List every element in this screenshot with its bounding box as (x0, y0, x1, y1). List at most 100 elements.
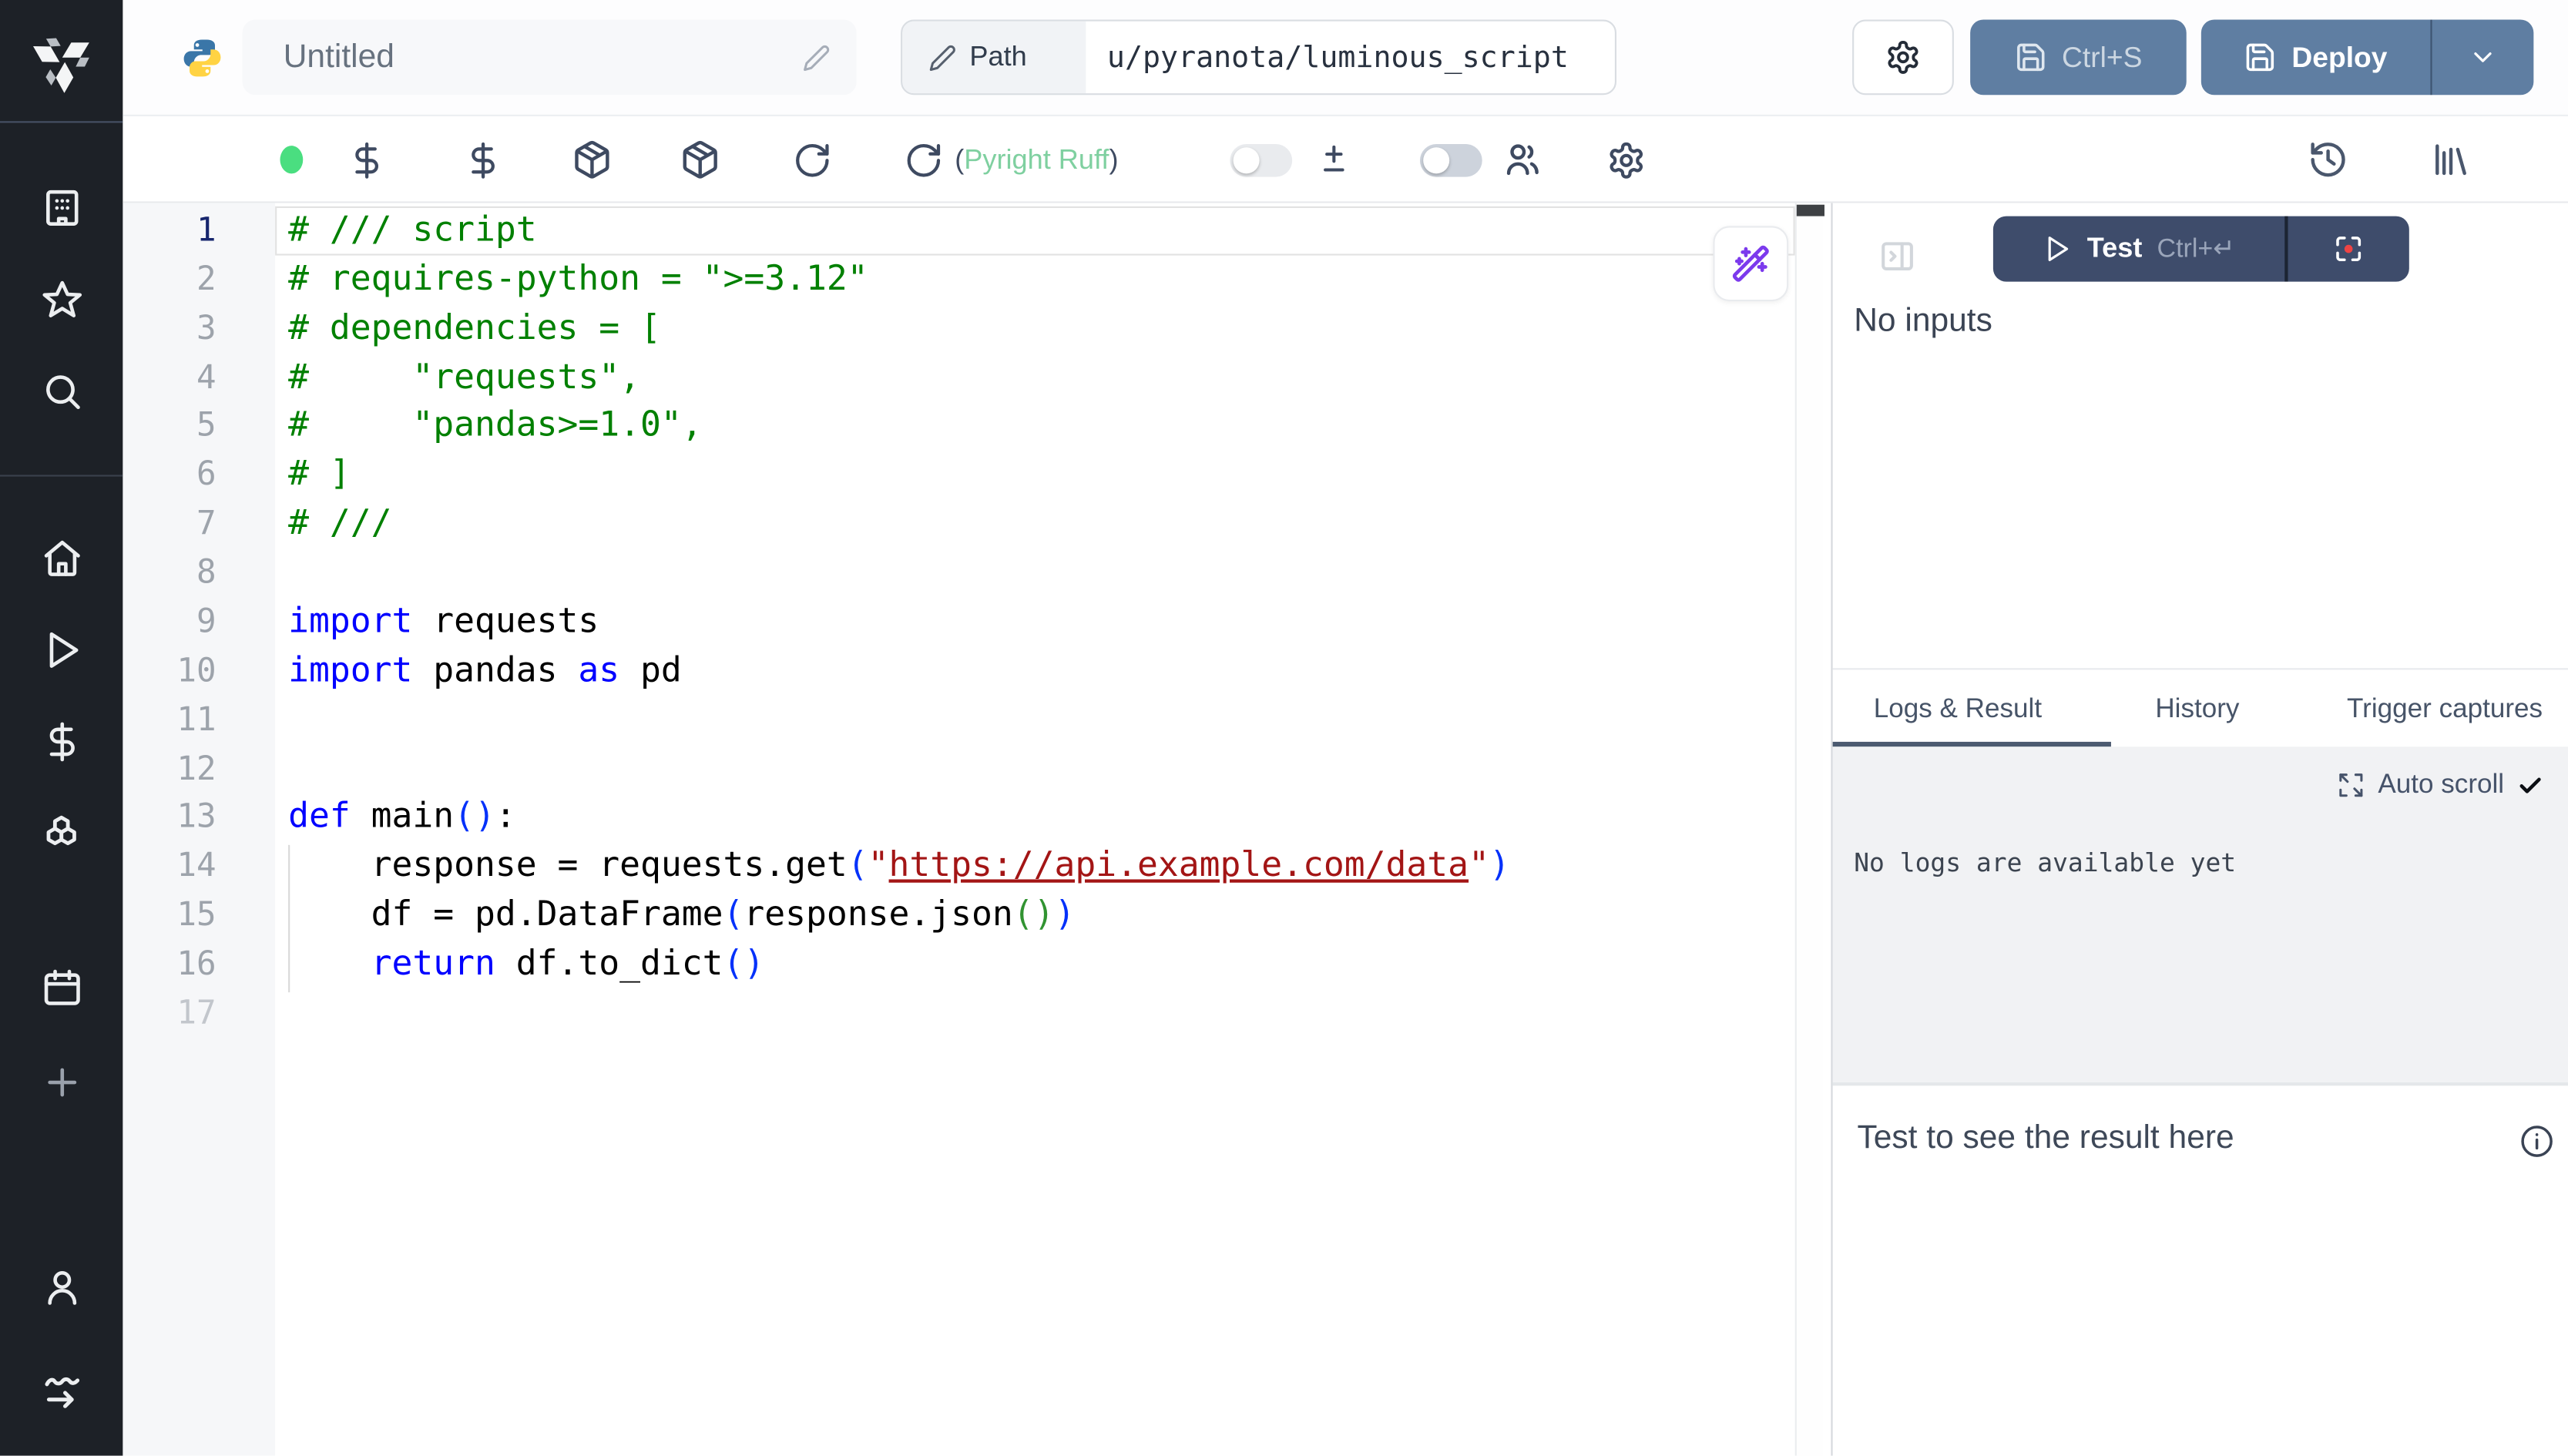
diff-icon (1315, 116, 1353, 203)
editor-settings-button[interactable] (1606, 116, 1646, 203)
result-placeholder-text: Test to see the result here (1857, 1120, 2234, 1158)
restart-lsp-button[interactable] (904, 116, 943, 203)
auto-scroll-control[interactable]: Auto scroll (2337, 770, 2543, 800)
deploy-button[interactable]: Deploy (2201, 20, 2431, 96)
rotate-cw-icon (793, 140, 832, 179)
star-icon (40, 278, 82, 320)
library-button[interactable] (2430, 116, 2471, 203)
code-line[interactable]: 7 # /// (123, 500, 1794, 549)
no-inputs-label: No inputs (1854, 303, 1992, 341)
line-number: 14 (123, 842, 216, 891)
run-panel: Test Ctrl+↵ No inputs Logs & Result Hist… (1831, 203, 2568, 1456)
code-text: return df.to_dict() (288, 940, 764, 989)
sidebar-item-account[interactable] (0, 1266, 123, 1308)
code-text: # /// script (288, 206, 536, 256)
code-text: # requires-python = ">=3.12" (288, 255, 868, 304)
reload-button[interactable] (793, 116, 832, 203)
edit-path-pencil-icon (928, 43, 956, 71)
code-line[interactable]: 1 # /// script (123, 206, 1794, 255)
code-line[interactable]: 4 # "requests", (123, 353, 1794, 401)
path-label: Path (969, 41, 1026, 74)
magic-wand-icon (1731, 244, 1771, 283)
path-label-segment: Path (902, 22, 1086, 94)
deploy-options-button[interactable] (2430, 20, 2533, 96)
sidebar-item-variables[interactable] (0, 720, 123, 763)
path-field[interactable]: Path u/pyranota/luminous_script (901, 20, 1616, 96)
focus-capture-icon (2331, 233, 2365, 266)
history-icon (2308, 139, 2348, 180)
line-number: 1 (123, 206, 216, 256)
variables-button[interactable] (464, 116, 503, 203)
save-draft-button[interactable]: Ctrl+S (1970, 20, 2187, 96)
sidebar-item-favorites[interactable] (0, 278, 123, 320)
sidebar-item-home[interactable] (0, 537, 123, 579)
code-line[interactable]: 8 (123, 549, 1794, 597)
line-number: 4 (123, 353, 216, 402)
no-logs-message: No logs are available yet (1854, 848, 2236, 877)
sidebar-item-schedules[interactable] (0, 966, 123, 1008)
editor-scrollbar[interactable] (1795, 203, 1823, 1456)
tab-logs-result[interactable]: Logs & Result (1874, 694, 2042, 742)
ai-assistant-button[interactable] (1713, 226, 1788, 301)
test-button[interactable]: Test Ctrl+↵ (1993, 216, 2284, 282)
collapse-panel-button[interactable] (1878, 237, 1916, 275)
code-line[interactable]: 17 (123, 989, 1794, 1038)
app-logo[interactable] (0, 25, 123, 97)
resources-button[interactable] (572, 116, 613, 203)
assets-button[interactable] (347, 116, 387, 203)
code-line[interactable]: 16 return df.to_dict() (123, 940, 1794, 988)
tab-history[interactable]: History (2155, 694, 2239, 742)
sidebar-item-switch-mode[interactable] (0, 1369, 123, 1415)
sidebar-divider-top (0, 121, 123, 122)
sidebar-item-resources[interactable] (0, 814, 123, 857)
code-line[interactable]: 6# ] (123, 451, 1794, 499)
search-icon (40, 370, 82, 412)
sidebar-item-workspace[interactable] (0, 186, 123, 229)
code-text: def main(): (288, 793, 516, 843)
line-number: 8 (123, 549, 216, 598)
users-icon (1502, 116, 1542, 203)
diff-mode-toggle[interactable] (1230, 116, 1292, 203)
code-line[interactable]: 12 (123, 744, 1794, 793)
save-icon (2244, 41, 2278, 74)
line-number: 16 (123, 940, 216, 989)
script-title-field[interactable]: Untitled (243, 20, 857, 96)
panel-right-icon (1878, 237, 1916, 275)
code-line[interactable]: 10import pandas as pd (123, 646, 1794, 695)
code-text: # "requests", (288, 353, 640, 402)
lint-status-label: (Pyright Ruff) (955, 116, 1118, 203)
tab-trigger-captures[interactable]: Trigger captures (2347, 694, 2568, 742)
sidebar-item-runs[interactable] (0, 629, 123, 671)
dollar-icon (464, 140, 503, 179)
play-icon (2043, 234, 2072, 263)
code-text: # /// (288, 500, 391, 549)
windmill-logo-icon (25, 25, 98, 97)
path-value[interactable]: u/pyranota/luminous_script (1086, 22, 1615, 94)
code-line[interactable]: 9import requests (123, 598, 1794, 646)
calendar-icon (40, 966, 82, 1008)
code-editor[interactable]: 1 # /// script2# requires-python = ">=3.1… (123, 203, 1831, 1456)
multiplayer-toggle[interactable] (1420, 116, 1482, 203)
code-text: # dependencies = [ (288, 304, 661, 354)
play-icon (40, 629, 82, 671)
code-text: # ] (288, 451, 351, 500)
sidebar-item-add[interactable] (0, 1061, 123, 1103)
code-text: df = pd.DataFrame(response.json()) (288, 891, 1075, 941)
info-icon[interactable] (2519, 1123, 2555, 1159)
capture-test-button[interactable] (2287, 216, 2409, 282)
line-number: 7 (123, 500, 216, 549)
code-line[interactable]: 13def main(): (123, 793, 1794, 842)
script-editor-app: Untitled Path u/pyranota/luminous_script (0, 0, 2568, 1456)
history-button[interactable] (2308, 116, 2348, 203)
code-line[interactable]: 2# requires-python = ">=3.12" (123, 255, 1794, 304)
code-text: # "pandas>=1.0", (288, 402, 703, 451)
script-settings-button[interactable] (1852, 20, 1954, 96)
code-line[interactable]: 5# "pandas>=1.0", (123, 402, 1794, 451)
code-line[interactable]: 15 df = pd.DataFrame(response.json()) (123, 891, 1794, 940)
code-line[interactable]: 3# dependencies = [ (123, 304, 1794, 353)
dependencies-button[interactable] (680, 116, 720, 203)
rotate-cw-icon (904, 140, 943, 179)
sidebar-item-search[interactable] (0, 370, 123, 412)
code-line[interactable]: 11 (123, 696, 1794, 744)
code-line[interactable]: 14 response = requests.get("https://api.… (123, 842, 1794, 891)
